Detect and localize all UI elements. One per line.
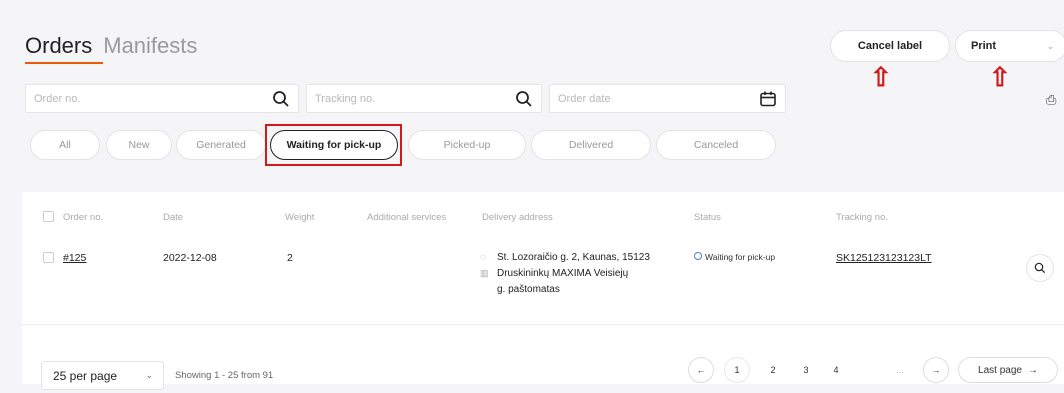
order-date: 2022-12-08 bbox=[163, 252, 217, 264]
arrow-right-icon: → bbox=[931, 365, 941, 375]
col-weight[interactable]: Weight bbox=[285, 212, 314, 223]
filter-label: Picked-up bbox=[443, 139, 491, 151]
cancel-label-button[interactable]: Cancel label bbox=[830, 30, 950, 62]
col-tracking-no[interactable]: Tracking no. bbox=[836, 212, 888, 223]
order-date-input[interactable]: Order date bbox=[549, 84, 786, 113]
arrow-left-icon: ← bbox=[696, 365, 706, 375]
tracking-no-placeholder: Tracking no. bbox=[315, 92, 376, 105]
filter-generated[interactable]: Generated bbox=[176, 130, 266, 160]
search-icon[interactable] bbox=[272, 90, 290, 108]
tab-manifests[interactable]: Manifests bbox=[103, 33, 197, 59]
page-label: 2 bbox=[770, 365, 776, 375]
per-page-value: 25 per page bbox=[53, 368, 118, 383]
filter-canceled[interactable]: Canceled bbox=[656, 130, 776, 160]
status-dot-icon bbox=[694, 252, 702, 260]
tracking-no-input[interactable]: Tracking no. bbox=[306, 84, 542, 113]
status-badge: Waiting for pick-up bbox=[705, 252, 776, 262]
arrow-right-icon: → bbox=[1027, 364, 1038, 376]
col-order-no[interactable]: Order no. bbox=[63, 212, 103, 223]
select-all-checkbox[interactable] bbox=[43, 211, 54, 222]
order-no-placeholder: Order no. bbox=[34, 92, 81, 105]
annotation-arrow-icon: ⇧ bbox=[989, 62, 1011, 92]
print-button[interactable]: Print ⌄ bbox=[955, 30, 1064, 62]
order-date-placeholder: Order date bbox=[558, 92, 611, 105]
pagination-ellipsis: ... bbox=[887, 357, 913, 383]
filter-label: New bbox=[128, 139, 150, 151]
page-1-button[interactable]: 1 bbox=[724, 357, 750, 383]
col-date[interactable]: Date bbox=[163, 212, 183, 223]
page-3-button[interactable]: 3 bbox=[793, 357, 819, 383]
col-delivery-address[interactable]: Delivery address bbox=[482, 212, 553, 223]
filter-new[interactable]: New bbox=[106, 130, 172, 160]
divider bbox=[22, 324, 1064, 325]
page-label: 4 bbox=[833, 365, 839, 375]
next-page-button[interactable]: → bbox=[923, 357, 949, 383]
filter-label: Generated bbox=[196, 139, 246, 151]
highlight-box bbox=[265, 124, 402, 166]
per-page-select[interactable]: 25 per page ⌄ bbox=[41, 361, 164, 390]
filter-picked-up[interactable]: Picked-up bbox=[408, 130, 526, 160]
printer-icon[interactable]: ⎙ bbox=[1046, 92, 1056, 108]
last-page-button[interactable]: Last page → bbox=[958, 357, 1058, 383]
location-pin-icon: ◌ bbox=[480, 252, 486, 263]
col-status[interactable]: Status bbox=[694, 212, 721, 223]
row-search-button[interactable] bbox=[1026, 254, 1054, 282]
col-additional-services[interactable]: Additional services bbox=[367, 212, 446, 223]
calendar-icon[interactable] bbox=[759, 90, 777, 108]
filter-label: Canceled bbox=[693, 139, 739, 151]
chevron-down-icon: ⌄ bbox=[145, 370, 153, 380]
filter-all[interactable]: All bbox=[30, 130, 100, 160]
search-icon bbox=[1034, 262, 1046, 274]
order-no-input[interactable]: Order no. bbox=[25, 84, 299, 113]
search-icon[interactable] bbox=[515, 90, 533, 108]
order-weight: 2 bbox=[287, 252, 293, 264]
page-tabs: Orders Manifests bbox=[25, 33, 197, 59]
page-label: 1 bbox=[734, 365, 740, 375]
row-checkbox[interactable] bbox=[43, 252, 54, 263]
cancel-label-text: Cancel label bbox=[857, 40, 923, 52]
page-4-button[interactable]: 4 bbox=[823, 357, 849, 383]
tracking-link[interactable]: SK125123123123LT bbox=[836, 252, 932, 264]
print-text: Print bbox=[971, 40, 997, 52]
annotation-arrow-icon: ⇧ bbox=[870, 62, 892, 92]
locker-name: Druskininkų MAXIMA Veisiejų bbox=[497, 268, 629, 279]
tab-orders[interactable]: Orders bbox=[25, 33, 92, 59]
last-page-label: Last page bbox=[978, 364, 1022, 376]
prev-page-button[interactable]: ← bbox=[688, 357, 714, 383]
address-line: St. Lozoraičio g. 2, Kaunas, 15123 bbox=[497, 252, 650, 263]
filter-label: All bbox=[59, 139, 71, 151]
showing-text: Showing 1 - 25 from 91 bbox=[175, 370, 274, 381]
page-label: 3 bbox=[803, 365, 809, 375]
chevron-down-icon: ⌄ bbox=[1047, 41, 1054, 51]
page-2-button[interactable]: 2 bbox=[760, 357, 786, 383]
page-label: ... bbox=[896, 365, 904, 375]
filter-label: Delivered bbox=[568, 139, 614, 151]
active-tab-indicator bbox=[25, 62, 103, 64]
parcel-locker-icon: ▥ bbox=[480, 268, 489, 278]
order-link[interactable]: #125 bbox=[63, 252, 86, 264]
filter-delivered[interactable]: Delivered bbox=[531, 130, 651, 160]
locker-name-cont: g. paštomatas bbox=[497, 284, 560, 295]
